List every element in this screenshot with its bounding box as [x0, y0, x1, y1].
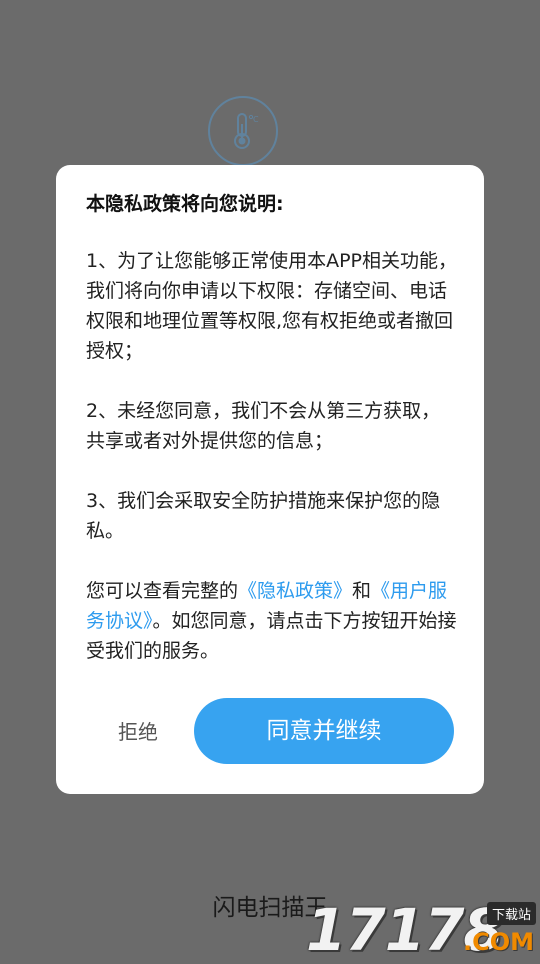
watermark-logo: 17178 下载站 .COM [306, 896, 536, 964]
notice-prefix: 您可以查看完整的 [86, 580, 239, 602]
permission-paragraph: 1、为了让您能够正常使用本APP相关功能，我们将向你申请以下权限：存储空间、电话… [86, 250, 458, 362]
svg-text:C: C [253, 115, 259, 124]
dialog-title: 本隐私政策将向您说明: [86, 193, 284, 215]
watermark-domain: .COM [462, 928, 534, 956]
policy-notice: 您可以查看完整的《隐私政策》和《用户服务协议》。如您同意，请点击下方按钮开始接受… [86, 576, 458, 666]
reject-button[interactable]: 拒绝 [118, 716, 158, 745]
agree-continue-button[interactable]: 同意并继续 [194, 698, 454, 764]
privacy-dialog: 本隐私政策将向您说明: 1、为了让您能够正常使用本APP相关功能，我们将向你申请… [56, 165, 484, 794]
data-sharing-paragraph: 2、未经您同意，我们不会从第三方获取，共享或者对外提供您的信息； [86, 400, 441, 452]
app-logo: C [208, 96, 278, 166]
security-paragraph: 3、我们会采取安全防护措施来保护您的隐私。 [86, 490, 441, 542]
watermark-site-label: 下载站 [486, 902, 536, 925]
dialog-buttons: 拒绝 同意并继续 [56, 698, 484, 764]
notice-and: 和 [352, 580, 372, 602]
privacy-policy-link[interactable]: 《隐私政策》 [238, 580, 352, 602]
thermometer-icon: C [234, 113, 259, 149]
